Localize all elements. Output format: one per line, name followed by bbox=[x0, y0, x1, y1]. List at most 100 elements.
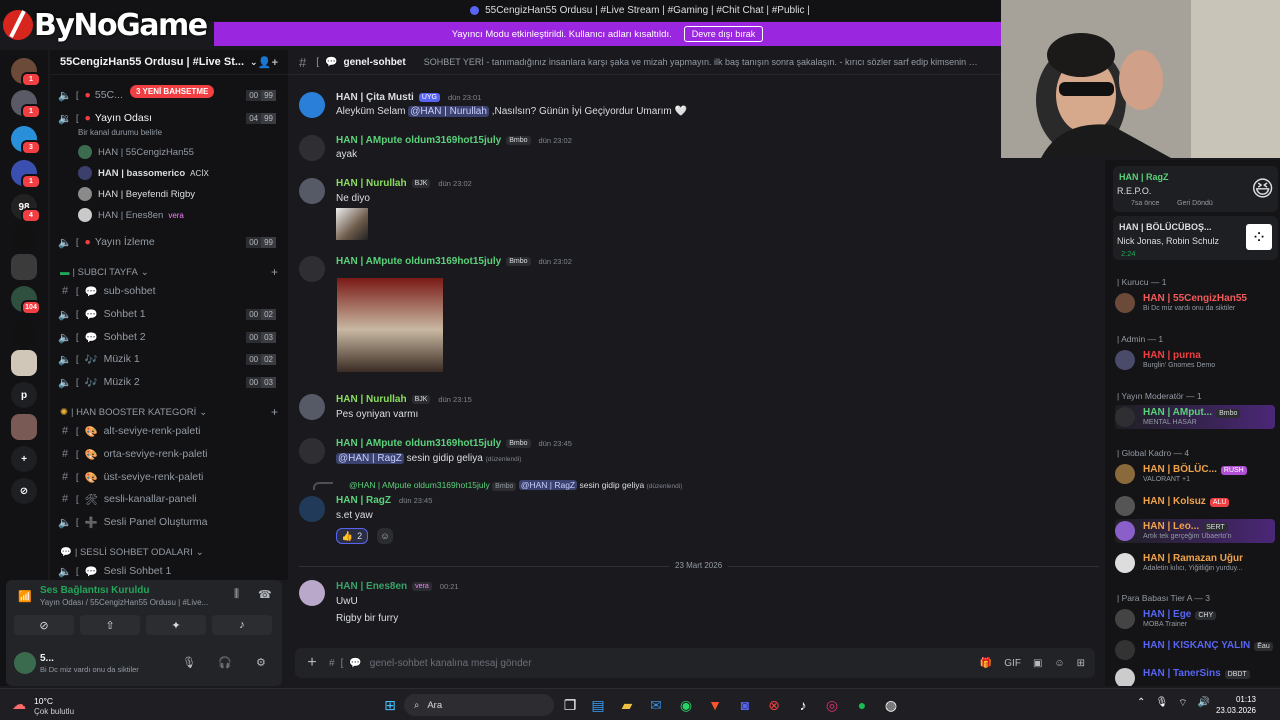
avatar[interactable] bbox=[299, 394, 325, 420]
invite-icon[interactable]: 👤+ bbox=[258, 56, 278, 69]
new-mentions-pill[interactable]: 3 YENİ BAHSETME bbox=[130, 85, 215, 98]
member-item[interactable]: HAN | Leo... SERT Artık tek gerçeğim Ubaer… bbox=[1115, 519, 1275, 543]
message-author[interactable]: HAN | AMpute oldum3169hot15july Bmbo dün… bbox=[336, 256, 572, 267]
volume-icon[interactable]: 🔊 bbox=[1198, 697, 1210, 710]
voice-status-subtitle[interactable]: Yayın Odası / 55CengizHan55 Ordusu | #Li… bbox=[40, 598, 208, 607]
text-channel[interactable]: #[🎨 üst-seviye-renk-paleti bbox=[58, 467, 282, 487]
text-channel[interactable]: #[🎨 alt-seviye-renk-paleti bbox=[58, 421, 282, 441]
disable-streamer-mode-button[interactable]: Devre dışı bırak bbox=[683, 26, 764, 42]
server-icon[interactable] bbox=[11, 414, 37, 440]
message-author[interactable]: HAN | Çita Musti UYG dün 23:01 bbox=[336, 92, 481, 103]
screen-share-button[interactable]: ⇧ bbox=[80, 615, 140, 635]
message-composer[interactable]: + # [ 💬 genel-sohbet kanalına mesaj gönd… bbox=[295, 648, 1095, 678]
disconnect-icon[interactable]: ☎ bbox=[258, 588, 272, 601]
microphone-icon[interactable]: 🎙 bbox=[1155, 697, 1168, 710]
voice-channel[interactable]: 🔈[🎶 Müzik 1 00 02 bbox=[58, 349, 282, 369]
server-icon[interactable]: 104 bbox=[11, 286, 41, 315]
voice-channel[interactable]: 🔈[💬 Sesli Sohbet 1 bbox=[58, 561, 282, 580]
member-item[interactable]: HAN | KISKANÇ YALIN Ēau bbox=[1115, 638, 1275, 662]
member-item[interactable]: HAN | BÖLÜC... RUSH VALORANT +1 bbox=[1115, 462, 1275, 486]
channel-topic[interactable]: SOHBET YERİ - tanımadığınız insanlara ka… bbox=[424, 57, 984, 67]
gift-icon[interactable]: 🎁 bbox=[980, 658, 992, 669]
member-item[interactable]: HAN | Kolsuz ALU bbox=[1115, 494, 1275, 518]
system-clock[interactable]: 01:13 23.03.2026 bbox=[1216, 694, 1256, 716]
soundboard-button[interactable]: ♪ bbox=[212, 615, 272, 635]
brave-icon[interactable]: ▼ bbox=[705, 695, 725, 715]
windows-start-icon[interactable]: ⊞ bbox=[380, 695, 400, 715]
message-author[interactable]: HAN | RagZ dün 23:45 bbox=[336, 495, 432, 506]
folder-icon[interactable]: ▰ bbox=[617, 695, 637, 715]
avatar[interactable] bbox=[299, 256, 325, 282]
tiktok-icon[interactable]: ♪ bbox=[793, 695, 813, 715]
gear-icon[interactable]: ⚙ bbox=[256, 656, 266, 669]
instagram-icon[interactable]: ◎ bbox=[822, 695, 842, 715]
server-icon[interactable]: p bbox=[11, 382, 37, 408]
server-icon[interactable]: 1 bbox=[11, 160, 41, 189]
server-icon[interactable]: 1 bbox=[11, 90, 41, 119]
server-icon[interactable] bbox=[11, 254, 37, 280]
text-channel[interactable]: #[🎨 orta-seviye-renk-paleti bbox=[58, 444, 282, 464]
avatar[interactable] bbox=[299, 178, 325, 204]
gif-button[interactable]: GIF bbox=[1004, 658, 1021, 669]
member-item[interactable]: HAN | purna Burglin' Gnomes Demo bbox=[1115, 348, 1275, 372]
voice-user[interactable]: HAN | Beyefendi Rigby bbox=[78, 184, 278, 204]
voice-channel[interactable]: 🔈[💬 Sohbet 2 00 03 bbox=[58, 327, 282, 347]
voice-user[interactable]: HAN | bassomerico ACİX bbox=[78, 163, 278, 183]
server-icon[interactable]: 3 bbox=[11, 126, 41, 155]
category-subci-tayfa[interactable]: ▬ | SUBCI TAYFA ⌄ + bbox=[60, 264, 282, 280]
category-sesli-sohbet[interactable]: 💬 | SESLİ SOHBET ODALARI ⌄ bbox=[60, 544, 282, 560]
channel-status[interactable]: Bir kanal durumu belirle bbox=[78, 128, 162, 137]
emoji-icon[interactable]: ☺ bbox=[1054, 658, 1064, 669]
message-image-attachment[interactable] bbox=[336, 208, 368, 240]
member-item[interactable]: HAN | 55CengizHan55 Bi Dc miz vardı onu d… bbox=[1115, 291, 1275, 315]
avatar[interactable] bbox=[299, 580, 325, 606]
add-server-button[interactable]: + bbox=[11, 446, 37, 472]
voice-user[interactable]: HAN | 55CengizHan55 bbox=[78, 142, 278, 162]
message-author[interactable]: HAN | AMpute oldum3169hot15july Bmbo dün… bbox=[336, 438, 572, 449]
avatar[interactable] bbox=[299, 496, 325, 522]
message-author[interactable]: HAN | Nurullah BJK dün 23:15 bbox=[336, 394, 472, 405]
category-booster[interactable]: ✺ | HAN BOOSTER KATEGORİ ⌄ + bbox=[60, 404, 282, 420]
voice-user[interactable]: HAN | Enes8en vera bbox=[78, 205, 278, 225]
server-icon[interactable] bbox=[11, 350, 37, 376]
avatar[interactable] bbox=[299, 135, 325, 161]
member-item[interactable]: HAN | AMput... Bmbo MENTAL HASAR bbox=[1115, 405, 1275, 429]
message-author[interactable]: HAN | Enes8en vera 00:21 bbox=[336, 581, 459, 592]
explore-servers-button[interactable]: ⊘ bbox=[11, 478, 37, 504]
text-channel[interactable]: #[🛠 sesli-kanallar-paneli bbox=[58, 489, 282, 509]
add-attachment-button[interactable]: + bbox=[295, 654, 329, 672]
server-icon[interactable]: 98 4 bbox=[11, 194, 41, 223]
avatar[interactable] bbox=[14, 652, 36, 674]
avatar[interactable] bbox=[299, 92, 325, 118]
voice-channel[interactable]: 🔈[➕ Sesli Panel Oluşturma bbox=[58, 512, 282, 532]
discord-taskbar-icon[interactable]: ◙ bbox=[735, 695, 755, 715]
message-author[interactable]: HAN | Nurullah BJK dün 23:02 bbox=[336, 178, 472, 189]
noise-suppression-icon[interactable]: ⫼ bbox=[234, 588, 239, 601]
headphones-icon[interactable]: 🎧 bbox=[218, 656, 232, 669]
task-view-icon[interactable]: ❐ bbox=[560, 695, 580, 715]
voice-channel-yayin-odasi[interactable]: 🔉 [ ● Yayın Odası 04 99 bbox=[58, 108, 282, 128]
avatar[interactable] bbox=[299, 438, 325, 464]
voice-channel[interactable]: 🔈[💬 Sohbet 1 00 02 bbox=[58, 304, 282, 324]
member-item[interactable]: HAN | Ramazan Uğur Adaletin kılıcı, Yiğit… bbox=[1115, 551, 1275, 575]
text-channel[interactable]: #[💬 sub-sohbet bbox=[58, 281, 282, 301]
add-channel-icon[interactable]: + bbox=[271, 405, 278, 419]
whatsapp-icon[interactable]: ◉ bbox=[676, 695, 696, 715]
add-reaction-button[interactable]: ☺ bbox=[377, 528, 393, 544]
weather-widget[interactable]: ☁ 10°C Çok bulutlu bbox=[12, 693, 92, 717]
voice-channel[interactable]: 🔈 [ ● Yayın İzleme 00 99 bbox=[58, 232, 282, 252]
member-item[interactable]: HAN | TanerSins DBDT bbox=[1115, 666, 1275, 686]
chevron-up-icon[interactable]: ⌃ bbox=[1137, 697, 1145, 710]
sticker-icon[interactable]: ▣ bbox=[1033, 658, 1042, 669]
reply-preview[interactable]: @HAN | AMpute oldum3169hot15july Bmbo @H… bbox=[349, 480, 682, 491]
wifi-icon[interactable]: ⌔ bbox=[1178, 697, 1187, 710]
taskbar-search[interactable]: ⌕ Ara bbox=[404, 694, 554, 716]
camera-off-button[interactable]: ⊘ bbox=[14, 615, 74, 635]
server-icon[interactable] bbox=[11, 320, 37, 346]
message-input-placeholder[interactable]: genel-sohbet kanalına mesaj gönder bbox=[370, 658, 532, 669]
spotify-icon[interactable]: ● bbox=[852, 695, 872, 715]
voice-channel[interactable]: 🔈[🎶 Müzik 2 00 03 bbox=[58, 372, 282, 392]
microphone-icon[interactable]: 🎙 bbox=[182, 656, 196, 669]
message-gif-attachment[interactable] bbox=[337, 278, 443, 372]
activities-button[interactable]: ✦ bbox=[146, 615, 206, 635]
